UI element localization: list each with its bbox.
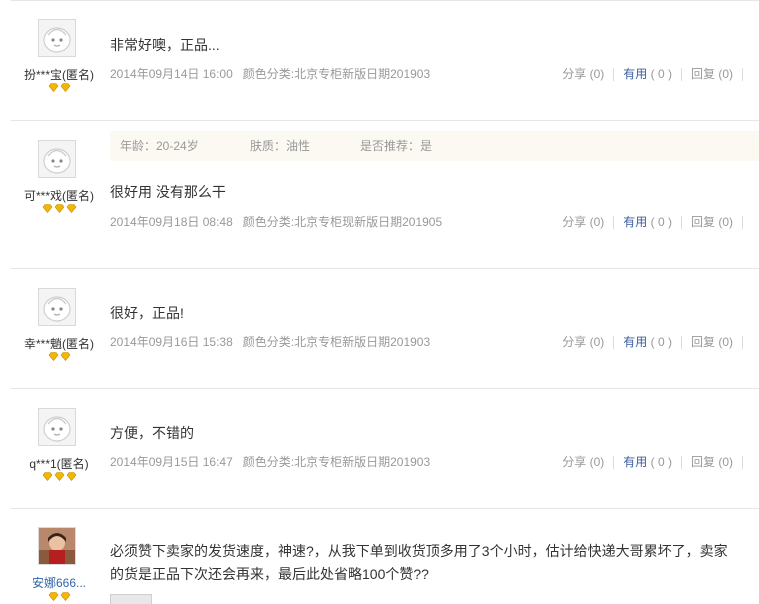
default-avatar-icon[interactable] xyxy=(38,140,76,178)
default-avatar-icon[interactable] xyxy=(38,408,76,446)
rank-gems xyxy=(11,83,107,93)
review-date: 2014年09月18日 08:48 xyxy=(110,215,233,229)
recommend-attr: 是否推荐：是 xyxy=(360,139,433,153)
review-actions: 分享 (0) 有用 ( 0 ) 回复 (0) xyxy=(562,213,743,230)
useful-button[interactable]: 有用 xyxy=(623,67,647,81)
useful-button[interactable]: 有用 xyxy=(623,335,647,349)
default-avatar-icon[interactable] xyxy=(38,288,76,326)
reply-button[interactable]: 回复 (0) xyxy=(691,67,733,81)
share-button[interactable]: 分享 (0) xyxy=(562,455,604,469)
review-item: 可***戏(匿名) 年龄：20-24岁 肤质：油性 是否推荐：是 很好用 没有那么干… xyxy=(11,120,759,269)
diamond-icon xyxy=(60,352,71,361)
useful-button[interactable]: 有用 xyxy=(623,215,647,229)
share-button[interactable]: 分享 (0) xyxy=(562,215,604,229)
review-date: 2014年09月16日 15:38 xyxy=(110,335,233,349)
reply-button[interactable]: 回复 (0) xyxy=(691,215,733,229)
diamond-icon xyxy=(60,592,71,601)
review-text: 很好，正品! xyxy=(110,305,184,321)
review-date: 2014年09月15日 16:47 xyxy=(110,455,233,469)
review-meta: 2014年09月18日 08:48 颜色分类:北京专柜现新版日期201905 xyxy=(110,213,442,230)
sku-spec: 颜色分类:北京专柜新版日期201903 xyxy=(242,455,431,469)
reviewer-name[interactable]: q***1(匿名) xyxy=(11,455,107,472)
review-actions: 分享 (0) 有用 ( 0 ) 回复 (0) xyxy=(562,65,743,82)
share-button[interactable]: 分享 (0) xyxy=(562,335,604,349)
rank-gems xyxy=(11,472,107,482)
skin-attr: 肤质：油性 xyxy=(250,139,311,153)
useful-count: ( 0 ) xyxy=(650,335,672,349)
diamond-icon xyxy=(66,204,77,213)
diamond-icon xyxy=(48,352,59,361)
sku-spec: 颜色分类:北京专柜新版日期201903 xyxy=(242,335,431,349)
diamond-icon xyxy=(66,472,77,481)
rank-gems xyxy=(11,204,107,214)
review-text-line: 的货是正品下次还会再来，最后此处省略100个赞?? xyxy=(110,566,429,582)
review-item: 扮***宝(匿名) 非常好噢，正品... 2014年09月14日 16:00 颜色… xyxy=(11,0,759,121)
diamond-icon xyxy=(60,83,71,92)
diamond-icon xyxy=(54,472,65,481)
age-attr: 年龄：20-24岁 xyxy=(120,139,199,153)
review-meta: 2014年09月15日 16:47 颜色分类:北京专柜新版日期201903 xyxy=(110,453,430,470)
review-actions: 分享 (0) 有用 ( 0 ) 回复 (0) xyxy=(562,453,743,470)
reviewer-name[interactable]: 扮***宝(匿名) xyxy=(11,66,107,83)
useful-count: ( 0 ) xyxy=(650,67,672,81)
rank-gems xyxy=(11,592,107,602)
review-item: q***1(匿名) 方便，不错的 2014年09月15日 16:47 颜色分类:北… xyxy=(11,388,759,509)
review-text: 非常好噢，正品... xyxy=(110,37,220,53)
useful-count: ( 0 ) xyxy=(650,455,672,469)
reviewer-name[interactable]: 安娜666... xyxy=(11,574,107,591)
rank-gems xyxy=(11,352,107,362)
reviewer-name[interactable]: 幸***魈(匿名) xyxy=(11,335,107,352)
sku-spec: 颜色分类:北京专柜现新版日期201905 xyxy=(242,215,443,229)
reply-button[interactable]: 回复 (0) xyxy=(691,335,733,349)
review-meta: 2014年09月14日 16:00 颜色分类:北京专柜新版日期201903 xyxy=(110,65,430,82)
review-item: 幸***魈(匿名) 很好，正品! 2014年09月16日 15:38 颜色分类:北… xyxy=(11,268,759,389)
review-text: 方便，不错的 xyxy=(110,425,194,441)
user-photo-avatar[interactable] xyxy=(38,527,76,565)
review-list: 扮***宝(匿名) 非常好噢，正品... 2014年09月14日 16:00 颜色… xyxy=(0,0,759,604)
sku-spec: 颜色分类:北京专柜新版日期201903 xyxy=(242,67,431,81)
diamond-icon xyxy=(54,204,65,213)
review-item: 安娜666... 必须赞下卖家的发货速度，神速?，从我下单到收货顶多用了3个小时… xyxy=(11,508,759,604)
review-text: 很好用 没有那么干 xyxy=(110,184,226,200)
review-text: 必须赞下卖家的发货速度，神速?，从我下单到收货顶多用了3个小时，估计给快递大哥累… xyxy=(110,540,735,586)
reviewer-attributes: 年龄：20-24岁 肤质：油性 是否推荐：是 xyxy=(110,131,759,161)
diamond-icon xyxy=(42,472,53,481)
diamond-icon xyxy=(48,83,59,92)
reply-button[interactable]: 回复 (0) xyxy=(691,455,733,469)
default-avatar-icon[interactable] xyxy=(38,19,76,57)
reviewer-name[interactable]: 可***戏(匿名) xyxy=(11,187,107,204)
review-text-line: 必须赞下卖家的发货速度，神速?，从我下单到收货顶多用了3个小时，估计给快递大哥累… xyxy=(110,543,728,559)
useful-button[interactable]: 有用 xyxy=(623,455,647,469)
diamond-icon xyxy=(42,204,53,213)
review-date: 2014年09月14日 16:00 xyxy=(110,67,233,81)
diamond-icon xyxy=(48,592,59,601)
useful-count: ( 0 ) xyxy=(650,215,672,229)
review-actions: 分享 (0) 有用 ( 0 ) 回复 (0) xyxy=(562,333,743,350)
review-meta: 2014年09月16日 15:38 颜色分类:北京专柜新版日期201903 xyxy=(110,333,430,350)
share-button[interactable]: 分享 (0) xyxy=(562,67,604,81)
